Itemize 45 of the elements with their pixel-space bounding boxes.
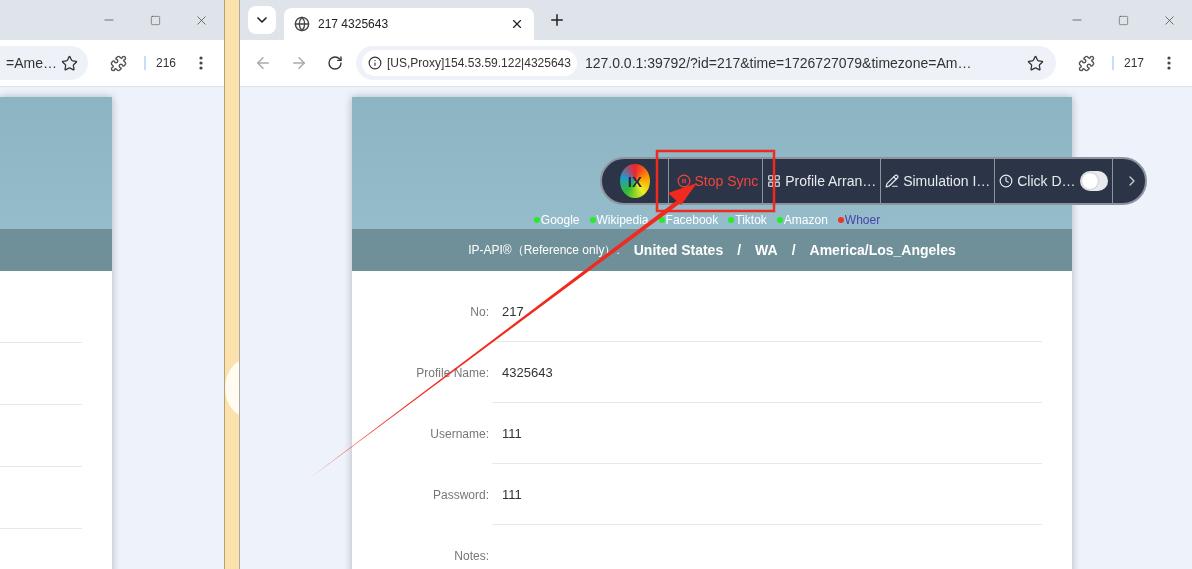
forward-arrow-icon bbox=[290, 54, 308, 72]
reload-icon bbox=[327, 55, 343, 71]
field-value: 111 bbox=[502, 425, 522, 441]
address-bar[interactable]: =Ame… bbox=[0, 46, 88, 80]
info-icon bbox=[368, 56, 382, 70]
check-link[interactable]: Whoer bbox=[844, 213, 881, 227]
menu-icon bbox=[199, 56, 203, 70]
separator: / bbox=[791, 242, 796, 258]
field-label: Password: bbox=[431, 487, 489, 502]
field-value: 4325643 bbox=[502, 364, 553, 380]
browser-tab[interactable]: 217 4325643 bbox=[284, 8, 534, 40]
field-value: 217 bbox=[502, 303, 524, 319]
separator: / bbox=[737, 242, 742, 258]
timezone: America/Los_Angeles bbox=[809, 242, 956, 258]
field-label: Notes: bbox=[453, 548, 489, 563]
toolbar-action[interactable]: Profile Arran… bbox=[763, 158, 881, 204]
field-label: No: bbox=[469, 304, 489, 319]
puzzle-icon bbox=[110, 54, 128, 72]
region: WA bbox=[755, 242, 778, 258]
menu-icon bbox=[1167, 56, 1171, 70]
app-logo: IX bbox=[620, 164, 650, 198]
bookmark-star-icon[interactable] bbox=[60, 54, 78, 72]
country: United States bbox=[633, 242, 724, 258]
field-label: Username: bbox=[429, 426, 489, 441]
maximize-icon bbox=[149, 14, 161, 26]
grid-icon bbox=[767, 174, 782, 188]
bookmark-star-icon[interactable] bbox=[1026, 54, 1044, 72]
toggle-switch[interactable] bbox=[1079, 171, 1108, 191]
toolbar-action[interactable]: Simulation I… bbox=[881, 158, 995, 204]
site-info-chip[interactable]: [US,Proxy]154.53.59.122|4325643 bbox=[362, 50, 577, 76]
profile-badge[interactable]: 217 bbox=[1111, 56, 1144, 70]
close-tab-icon[interactable] bbox=[510, 17, 524, 31]
field-label: Profile Name: bbox=[415, 365, 489, 380]
toolbar-action[interactable]: Click D… bbox=[995, 158, 1080, 204]
address-bar[interactable]: [US,Proxy]154.53.59.122|4325643 127.0.0.1:39792/?id=217&time=1726727079&timezone=Am… bbox=[356, 46, 1056, 80]
field-value: 111 bbox=[502, 486, 522, 502]
clock-icon bbox=[999, 174, 1014, 188]
tab-search-button[interactable] bbox=[248, 6, 276, 34]
plus-icon bbox=[548, 11, 566, 29]
puzzle-icon bbox=[1078, 54, 1096, 72]
globe-icon bbox=[294, 16, 310, 32]
maximize-icon bbox=[1117, 14, 1129, 26]
pause-icon bbox=[676, 174, 691, 188]
pencil-icon bbox=[885, 174, 900, 188]
profile-badge[interactable]: 216 bbox=[143, 56, 176, 70]
